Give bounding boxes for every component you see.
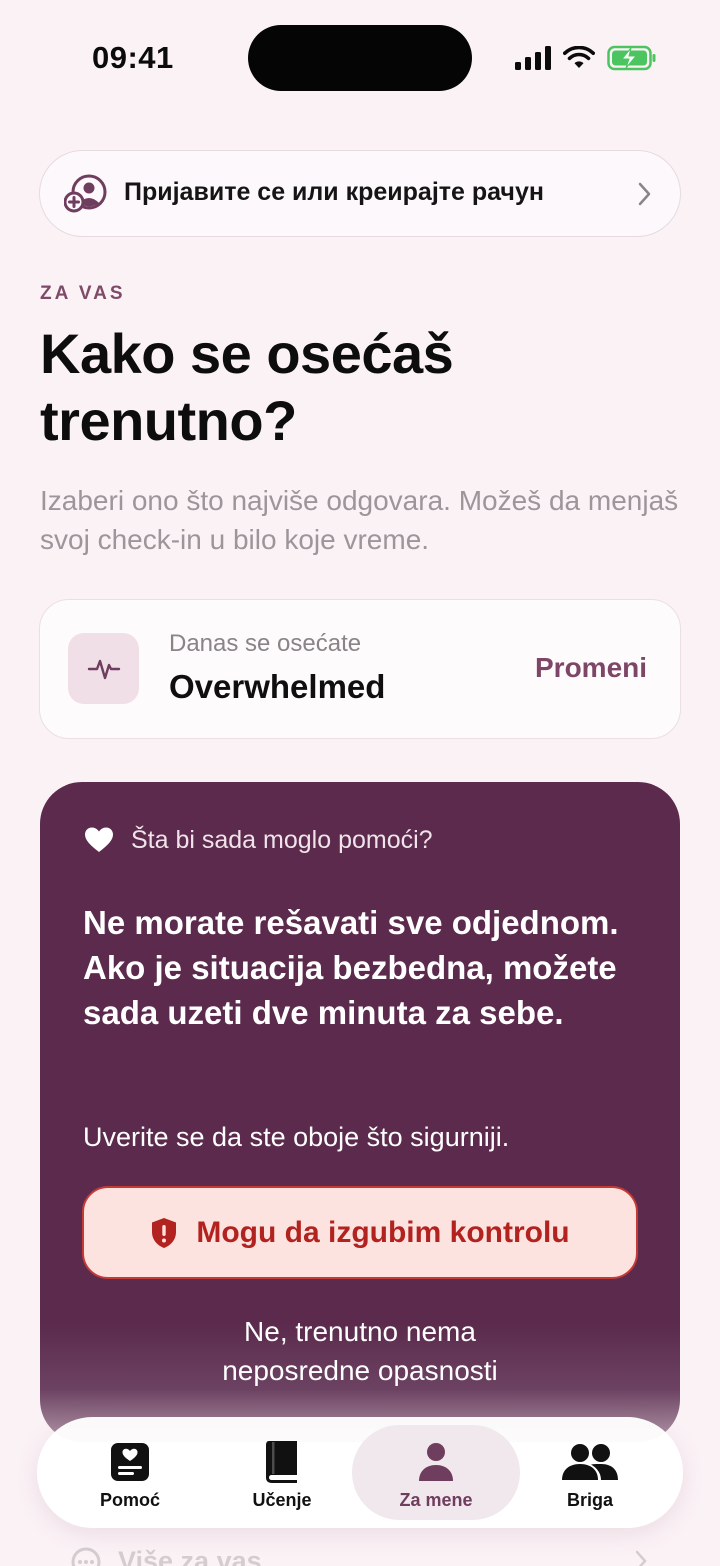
chat-icon [70, 1546, 102, 1566]
chevron-right-icon [636, 181, 652, 212]
shield-alert-icon [152, 1217, 177, 1248]
user-add-icon [63, 173, 108, 218]
help-eyebrow: Šta bi sada moglo pomoći? [131, 826, 433, 854]
mood-value: Overwhelmed [169, 668, 386, 705]
chevron-right-icon [634, 1550, 648, 1566]
lose-control-button[interactable]: Mogu da izgubim kontrolu [82, 1186, 638, 1279]
no-danger-link[interactable]: Ne, trenutno nema neposredne opasnosti [180, 1312, 540, 1390]
pulse-icon [87, 659, 120, 679]
tab-pomoc[interactable]: Pomoć [46, 1425, 214, 1520]
status-time: 09:41 [92, 40, 174, 75]
status-icons [515, 44, 657, 72]
battery-charging-icon [607, 45, 656, 71]
dynamic-island [248, 25, 472, 91]
help-sub: Uverite se da ste oboje što sigurniji. [83, 1122, 510, 1152]
tab-label: Pomoć [99, 1490, 160, 1510]
card-heart-icon [110, 1440, 150, 1484]
people-icon [561, 1440, 619, 1484]
status-bar: 09:41 [0, 0, 720, 120]
tab-briga[interactable]: Briga [506, 1425, 674, 1520]
tab-label: Učenje [252, 1490, 312, 1510]
more-for-you-label[interactable]: Više za vas [118, 1546, 262, 1566]
person-icon [417, 1440, 455, 1484]
mood-icon-tile [68, 633, 139, 704]
tab-ucenje[interactable]: Učenje [198, 1425, 366, 1520]
signin-label: Пријавите се или креирајте рачун [124, 178, 544, 206]
tab-label: Za mene [399, 1490, 473, 1510]
wifi-icon [563, 46, 595, 68]
tab-za-mene[interactable]: Za mene [352, 1425, 520, 1520]
heart-icon [84, 826, 114, 859]
signal-icon [515, 46, 551, 70]
page-title: Kako se osećaš trenutno? [40, 322, 454, 452]
page-subtitle: Izaberi ono što najviše odgovara. Možeš … [40, 485, 679, 555]
book-icon [264, 1440, 300, 1484]
help-message: Ne morate rešavati sve odjednom. Ako je … [83, 904, 619, 1031]
change-mood-button[interactable]: Promeni [535, 652, 647, 684]
tab-label: Briga [566, 1490, 613, 1510]
mood-caption: Danas se osećate [169, 630, 362, 657]
section-eyebrow: ZA VAS [40, 283, 126, 304]
lose-control-label: Mogu da izgubim kontrolu [196, 1215, 570, 1249]
